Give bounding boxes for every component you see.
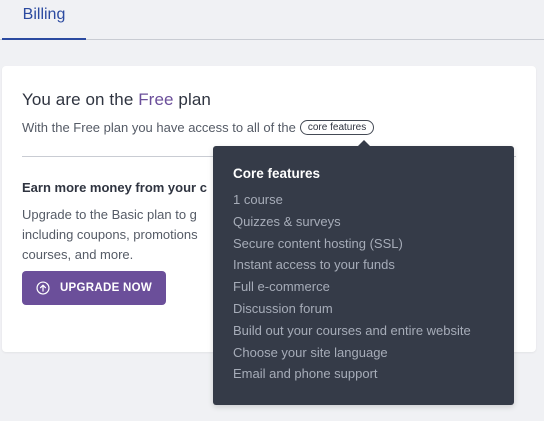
core-features-tooltip: Core features 1 course Quizzes & surveys…: [213, 140, 514, 405]
list-item: Secure content hosting (SSL): [233, 235, 403, 251]
list-item: Choose your site language: [233, 344, 388, 360]
feature-list: 1 course Quizzes & surveys Secure conten…: [233, 189, 494, 385]
list-item: Quizzes & surveys: [233, 213, 341, 229]
list-item: Full e-commerce: [233, 279, 330, 295]
core-features-link[interactable]: core features: [299, 120, 375, 135]
list-item: Email and phone support: [233, 366, 378, 382]
list-item: Build out your courses and entire websit…: [233, 322, 471, 338]
plan-description: With the Free plan you have access to al…: [22, 120, 375, 135]
plan-title-prefix: You are on the: [22, 90, 139, 109]
upsell-title: Earn more money from your c: [22, 180, 207, 195]
tab-billing[interactable]: Billing: [2, 0, 86, 40]
upgrade-now-button[interactable]: UPGRADE NOW: [22, 271, 166, 305]
tooltip-title: Core features: [233, 166, 321, 181]
top-tab-bar: Billing: [0, 0, 544, 40]
plan-title-suffix: plan: [173, 90, 211, 109]
plan-title: You are on the Free plan: [22, 90, 211, 110]
list-item: Discussion forum: [233, 300, 333, 316]
list-item: Instant access to your funds: [233, 257, 395, 273]
upsell-description: Upgrade to the Basic plan to g including…: [22, 207, 198, 262]
plan-name: Free: [138, 90, 174, 109]
plan-description-text: With the Free plan you have access to al…: [22, 120, 296, 135]
upgrade-now-label: UPGRADE NOW: [59, 282, 153, 294]
list-item: 1 course: [233, 192, 283, 207]
arrow-up-circle-icon: [36, 281, 50, 295]
